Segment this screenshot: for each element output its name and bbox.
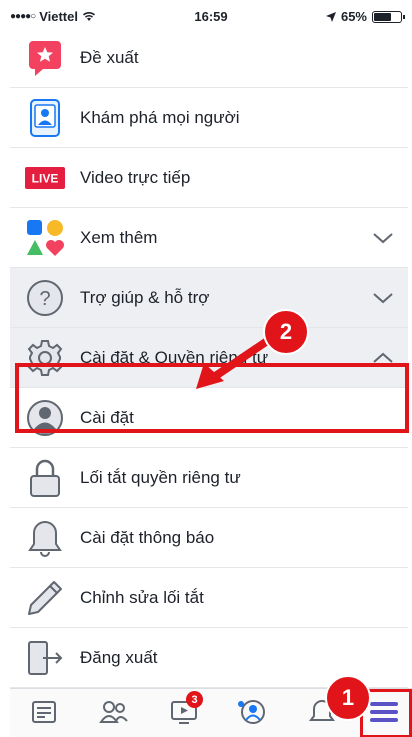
menu-item-help-support[interactable]: ? Trợ giúp & hỗ trợ <box>10 268 408 328</box>
menu-item-icon-wrap: LIVE <box>10 166 80 189</box>
shapes-icon <box>27 219 64 256</box>
live-badge-icon: LIVE <box>25 166 65 189</box>
location-arrow-icon <box>325 11 336 22</box>
pencil-icon <box>28 580 62 615</box>
menu-item-icon-wrap <box>10 458 80 498</box>
menu-item-label: Xem thêm <box>80 227 158 247</box>
menu-item-icon-wrap <box>10 39 80 77</box>
menu-item-icon-wrap: ? <box>10 279 80 317</box>
news-feed-icon <box>32 701 56 723</box>
menu-item-icon-wrap <box>10 338 80 378</box>
tab-friends[interactable] <box>98 697 130 727</box>
menu-item-privacy-shortcuts[interactable]: Lối tắt quyền riêng tư <box>10 448 408 508</box>
menu-item-icon-wrap <box>10 518 80 558</box>
watch-badge: 3 <box>186 691 203 708</box>
battery-icon <box>372 10 405 23</box>
step-2-badge: 2 <box>263 309 309 355</box>
tab-menu[interactable] <box>368 697 400 727</box>
chevron-up-icon <box>373 352 393 363</box>
menu-item-settings[interactable]: Cài đặt <box>10 388 408 448</box>
menu-item-label: Đề xuất <box>80 47 139 67</box>
menu-item-edit-shortcuts[interactable]: Chỉnh sửa lối tắt <box>10 568 408 628</box>
menu-item-icon-wrap <box>10 218 80 258</box>
bell-icon <box>28 520 62 557</box>
menu-item-label: Khám phá mọi người <box>80 107 240 127</box>
menu-item-see-more[interactable]: Xem thêm <box>10 208 408 268</box>
gear-icon <box>27 339 63 376</box>
status-bar: ●●●●○ Viettel 16:59 65% <box>10 8 412 26</box>
tab-groups[interactable] <box>236 697 268 727</box>
status-right: 65% <box>325 9 405 24</box>
menu-item-label: Cài đặt thông báo <box>80 527 215 547</box>
star-bubble-icon <box>29 40 61 76</box>
menu-item-icon-wrap <box>10 98 80 138</box>
groups-icon <box>238 700 265 724</box>
menu-item-label: Lối tắt quyền riêng tư <box>80 467 241 487</box>
menu-item-label: Trợ giúp & hỗ trợ <box>80 287 210 307</box>
menu-item-label: Video trực tiếp <box>80 167 191 187</box>
menu-item-label: Đăng xuất <box>80 647 158 667</box>
lock-icon <box>30 459 60 497</box>
live-badge-text: LIVE <box>32 171 59 185</box>
chevron-down-icon <box>373 292 393 303</box>
menu-item-recommendations[interactable]: Đề xuất <box>10 28 408 88</box>
menu-item-icon-wrap <box>10 399 80 437</box>
logout-door-icon <box>28 640 63 675</box>
chevron-down-icon <box>373 232 393 243</box>
svg-text:?: ? <box>39 288 50 310</box>
menu-icon <box>370 702 398 722</box>
menu-item-icon-wrap <box>10 579 80 617</box>
help-icon: ? <box>27 279 63 316</box>
menu-item-label: Cài đặt <box>80 407 134 427</box>
menu-item-discover-people[interactable]: Khám phá mọi người <box>10 88 408 148</box>
tab-news-feed[interactable] <box>28 697 60 727</box>
step-1-badge: 1 <box>325 675 371 721</box>
menu-item-label: Chỉnh sửa lối tắt <box>80 587 204 607</box>
battery-percent: 65% <box>340 9 367 24</box>
profile-icon <box>27 399 63 436</box>
person-card-icon <box>30 98 60 137</box>
friends-icon <box>99 701 128 723</box>
menu-item-icon-wrap <box>10 639 80 677</box>
menu-item-notification-settings[interactable]: Cài đặt thông báo <box>10 508 408 568</box>
menu-item-live-video[interactable]: LIVE Video trực tiếp <box>10 148 408 208</box>
tab-watch[interactable]: 3 <box>168 691 203 727</box>
